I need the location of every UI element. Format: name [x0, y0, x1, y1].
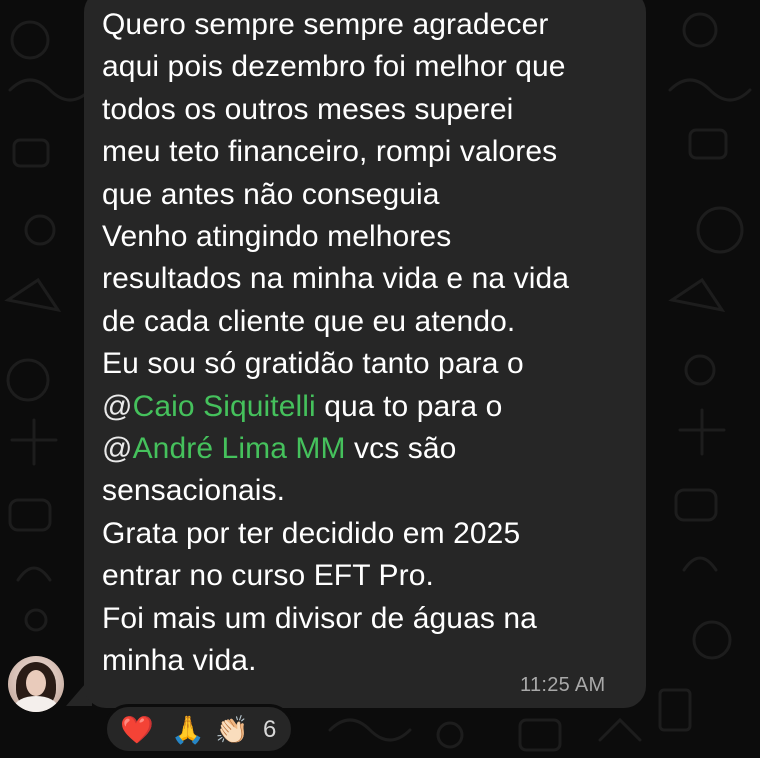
avatar-face: [26, 670, 46, 696]
message-line: todos os outros meses superei: [102, 92, 514, 126]
mention-at-symbol: @: [102, 432, 133, 466]
message-line: de cada cliente que eu atendo.: [102, 304, 516, 338]
message-line: Quero sempre sempre agradecer: [102, 8, 549, 41]
mention-name: André Lima MM: [132, 432, 346, 466]
message-line: meu teto financeiro, rompi valores: [102, 135, 558, 169]
message-line: Grata por ter decidido em 2025: [102, 516, 521, 550]
mention-andre-lima-mm[interactable]: @André Lima MM: [102, 432, 346, 465]
message-line: Foi mais um divisor de águas na: [102, 601, 537, 635]
message-line: que antes não conseguia: [102, 177, 440, 211]
message-fragment: vcs são: [345, 432, 457, 466]
message-line: aqui pois dezembro foi melhor que: [102, 50, 566, 84]
message-line-mention: @André Lima MM vcs são: [102, 428, 638, 470]
mention-name: Caio Siquitelli: [132, 389, 316, 423]
message-line: Venho atingindo melhores: [102, 220, 452, 254]
message-timestamp: 11:25 AM: [520, 674, 606, 696]
reaction-count: 6: [263, 716, 277, 743]
message-line-mention: @Caio Siquitelli qua to para o: [102, 386, 638, 428]
message-line: Eu sou só gratidão tanto para o: [102, 347, 524, 381]
message-text: Quero sempre sempre agradecer aqui pois …: [102, 4, 638, 683]
message-line: entrar no curso EFT Pro.: [102, 559, 434, 593]
sender-avatar[interactable]: [8, 656, 64, 712]
mention-at-symbol: @: [102, 389, 133, 423]
message-line: sensacionais.: [102, 474, 286, 508]
message-line: resultados na minha vida e na vida: [102, 262, 570, 296]
clapping-hands-reaction-icon: 👏🏻: [215, 715, 249, 745]
mention-caio-siquitelli[interactable]: @Caio Siquitelli: [102, 390, 316, 423]
message-fragment: qua to para o: [315, 389, 503, 423]
heart-reaction-icon: ❤️: [120, 715, 154, 745]
reactions-bar[interactable]: ❤️ 🙏 👏🏻 6: [104, 704, 294, 754]
praying-hands-reaction-icon: 🙏: [171, 715, 205, 745]
